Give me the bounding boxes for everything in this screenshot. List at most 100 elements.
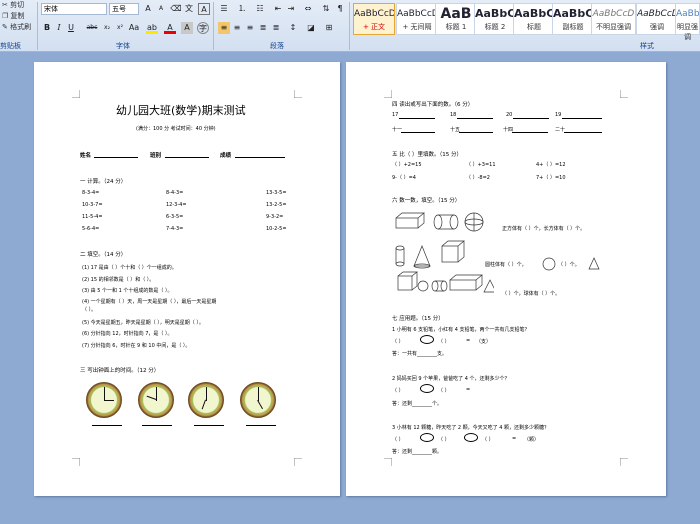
show-marks-icon[interactable]: ¶: [334, 3, 346, 15]
format-painter-button[interactable]: ✎ 格式刷: [2, 22, 31, 32]
superscript-icon[interactable]: x²: [114, 22, 126, 34]
calc-item: 12-3-4=: [166, 202, 187, 208]
numbering-icon[interactable]: ⒈: [236, 3, 248, 15]
align-center-icon[interactable]: ≡: [231, 22, 243, 34]
calc-item: 10-3-7=: [82, 202, 103, 208]
align-left-icon[interactable]: ≡: [218, 22, 230, 34]
ribbon: ✂ 剪切 ❐ 复制 ✎ 格式刷 剪贴板 宋体 五号 A A ⌫ 文 A B I …: [0, 0, 700, 52]
style-intense-emphasis[interactable]: AaBbCcD明显强调: [675, 3, 700, 41]
bullets-icon[interactable]: ☰: [218, 3, 230, 15]
distribute-icon[interactable]: ≣: [270, 22, 282, 34]
section-1-title: 一 计算。（24 分）: [80, 179, 127, 185]
answer-box: （支）: [476, 339, 492, 345]
section-5-title: 五 比（ ）里填数。（15 分）: [392, 152, 462, 158]
subscript-icon[interactable]: x₂: [101, 22, 113, 34]
clock-face: [86, 382, 122, 418]
copy-button[interactable]: ❐ 复制: [2, 11, 25, 21]
calc-item: 9-3-2=: [266, 214, 284, 220]
fill-item: (6) 分针指向 12，时针指向 7，是（ ）。: [82, 331, 173, 337]
answer-box: （ ）: [482, 437, 494, 443]
number-item: 19: [555, 112, 562, 118]
operator-oval: [420, 335, 434, 344]
cone-icon: [588, 257, 600, 270]
font-group-label: 字体: [116, 42, 130, 50]
page-title: 幼儿园大班(数学)期末测试: [116, 104, 246, 117]
font-size-select[interactable]: 五号: [109, 3, 139, 15]
paragraph-group-label: 段落: [270, 42, 284, 50]
style-subtle-emphasis[interactable]: AaBbCcD 不明显强调: [591, 3, 636, 35]
shading-icon[interactable]: ◪: [305, 22, 317, 34]
section-6-title: 六 数一数，填空。（15 分）: [392, 198, 461, 204]
crop-mark: [384, 90, 392, 98]
sort-icon[interactable]: ⇅: [320, 3, 332, 15]
clear-format-icon[interactable]: ⌫: [170, 3, 182, 15]
font-name-select[interactable]: 宋体: [41, 3, 107, 15]
borders-icon[interactable]: ⊞: [323, 22, 335, 34]
line-spacing-icon[interactable]: ↕: [287, 22, 299, 34]
operator-oval: [420, 433, 434, 442]
style-heading-2[interactable]: AaBbC 标题 2: [474, 3, 516, 35]
crop-mark: [620, 458, 628, 466]
compare-item: （ ）-8=2: [466, 175, 490, 181]
name-label: 姓名: [80, 153, 92, 159]
calc-item: 11-5-4=: [82, 214, 103, 220]
style-heading-1[interactable]: AaB 标题 1: [435, 3, 477, 35]
number-item: 20: [506, 112, 513, 118]
style-no-spacing[interactable]: AaBbCcD + 无间隔: [396, 3, 438, 35]
equals-sign: =: [466, 338, 471, 344]
class-label: 班别: [150, 153, 162, 159]
calc-item: 7-4-3=: [166, 226, 184, 232]
crop-mark: [294, 90, 302, 98]
calc-item: 13-2-5=: [266, 202, 287, 208]
italic-icon[interactable]: I: [53, 22, 65, 34]
answer-line: 答：还剩________个。: [392, 401, 443, 407]
crop-mark: [72, 90, 80, 98]
fill-item: (4) 一个星期有（ ）天，周一天是星期（ ），最后一天是星期: [82, 299, 217, 305]
phonetic-icon[interactable]: 文: [183, 3, 195, 15]
shapes-question: （ ）个。: [558, 262, 580, 268]
answer-box: （ ）: [392, 388, 404, 394]
grow-font-icon[interactable]: A: [142, 3, 154, 15]
operator-oval: [420, 384, 434, 393]
clipboard-group-label: 剪贴板: [0, 42, 21, 50]
word-problem: 3 小林有 12 颗糖，昨天吃了 2 颗，今天又吃了 4 颗，还剩多少颗糖？: [392, 425, 550, 431]
fill-item: (5) 今天是星期五，昨天是星期（ ），明天是星期（ ）。: [82, 320, 204, 326]
style-subtitle[interactable]: AaBbC 副标题: [552, 3, 594, 35]
style-normal[interactable]: AaBbCcD + 正文: [353, 3, 395, 35]
style-title[interactable]: AaBbC 标题: [513, 3, 555, 35]
answer-box: （ ）: [438, 437, 450, 443]
styles-group-label: 样式: [640, 42, 654, 50]
clock-face: [138, 382, 174, 418]
crop-mark: [384, 458, 392, 466]
change-case-icon[interactable]: Aa: [128, 22, 140, 34]
score-label: 成绩: [220, 153, 232, 159]
style-emphasis[interactable]: AaBbCcD 强调: [636, 3, 678, 35]
underline-icon[interactable]: U: [65, 22, 77, 34]
compare-item: 4+（ ）=12: [536, 162, 566, 168]
char-border-icon[interactable]: A: [198, 3, 210, 15]
page-2: 四 读出或写出下面的数。（6 分） 17 18 20 19 十一 十五 十四 二…: [346, 62, 666, 496]
calc-item: 8-3-4=: [82, 190, 100, 196]
char-shading-icon[interactable]: A: [181, 22, 193, 34]
calc-item: 8-4-3=: [166, 190, 184, 196]
number-item: 17: [392, 112, 399, 118]
highlight-icon[interactable]: ab: [146, 22, 158, 34]
bold-icon[interactable]: B: [41, 22, 53, 34]
fill-item: (1) 17 是由（ ）个十和（ ）个一组成的。: [82, 265, 177, 271]
enclose-char-icon[interactable]: 字: [197, 22, 209, 34]
section-3-title: 三 写出钟面上的时间。（12 分）: [80, 368, 160, 374]
cut-button[interactable]: ✂ 剪切: [2, 0, 24, 10]
align-right-icon[interactable]: ≡: [244, 22, 256, 34]
multilevel-list-icon[interactable]: ☷: [254, 3, 266, 15]
strikethrough-icon[interactable]: abc: [86, 22, 98, 34]
crop-mark: [72, 458, 80, 466]
answer-box: （ ）: [392, 339, 404, 345]
compare-item: 9-（ ）=4: [392, 175, 416, 181]
increase-indent-icon[interactable]: ⇥: [285, 3, 297, 15]
shapes-question: 圆柱体有（ ）个，: [485, 262, 527, 268]
font-color-icon[interactable]: A: [164, 22, 176, 34]
shrink-font-icon[interactable]: A: [155, 3, 167, 15]
decrease-indent-icon[interactable]: ⇤: [272, 3, 284, 15]
chinese-layout-icon[interactable]: ⇔: [302, 3, 314, 15]
justify-icon[interactable]: ≣: [257, 22, 269, 34]
